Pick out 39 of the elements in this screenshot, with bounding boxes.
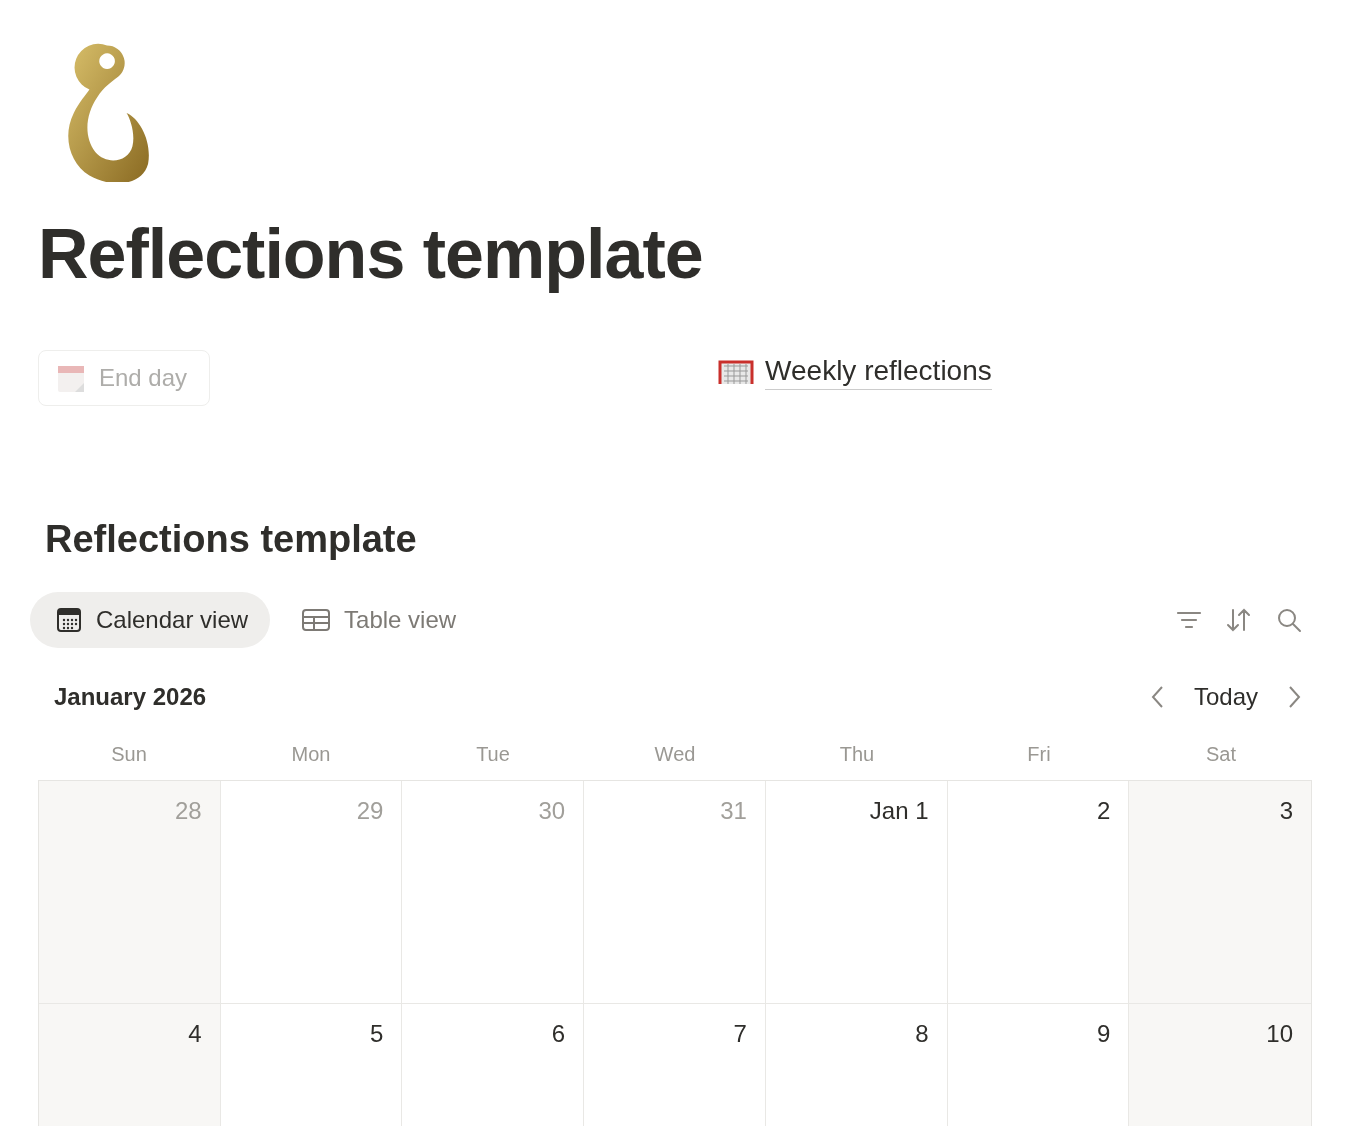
day-number: 30 xyxy=(538,796,566,825)
day-cell[interactable]: 10 xyxy=(1129,1003,1311,1126)
day-number: 28 xyxy=(175,796,202,825)
view-tab[interactable]: Calendar view xyxy=(30,591,271,648)
search-icon[interactable] xyxy=(1276,606,1302,633)
day-number: 5 xyxy=(370,1019,384,1048)
day-number: 7 xyxy=(733,1019,747,1048)
day-cell[interactable]: Jan 1 xyxy=(765,780,948,1004)
weekday-label: Sat xyxy=(1205,742,1237,767)
weekday-label: Mon xyxy=(290,742,332,767)
day-number: 2 xyxy=(1096,796,1111,825)
day-number: Jan 1 xyxy=(869,796,929,825)
calendar-icon xyxy=(57,363,85,393)
day-cell[interactable]: 3 xyxy=(1129,780,1311,1004)
calendar-icon xyxy=(56,606,82,633)
day-number: 3 xyxy=(1279,796,1293,825)
weekday-label: Wed xyxy=(653,742,697,767)
weekday-label: Fri xyxy=(1026,742,1052,767)
weekday-label: Tue xyxy=(475,742,511,767)
day-number: 29 xyxy=(356,796,384,825)
day-number: 31 xyxy=(720,796,747,825)
table-icon xyxy=(302,608,331,631)
month-title: January 2026 xyxy=(54,682,207,711)
day-number: 6 xyxy=(551,1019,566,1048)
day-cell[interactable]: 4 xyxy=(39,1003,221,1126)
goal-net-icon xyxy=(717,358,756,386)
weekly-reflections-link[interactable]: Weekly reflections xyxy=(717,354,992,390)
day-number: 9 xyxy=(1096,1019,1111,1048)
day-number: 10 xyxy=(1266,1019,1293,1048)
page-title: Reflections template xyxy=(38,216,704,293)
weekday-label: Thu xyxy=(838,742,876,767)
view-tab[interactable]: Table view xyxy=(276,591,479,648)
day-number: 4 xyxy=(188,1019,202,1048)
sort-icon[interactable] xyxy=(1226,606,1252,633)
weekday-label: Sun xyxy=(110,742,148,767)
day-number: 8 xyxy=(915,1019,929,1048)
day-cell[interactable]: 2 xyxy=(947,780,1130,1004)
database-title: Reflections template xyxy=(45,519,418,561)
today-button[interactable]: Today xyxy=(1187,682,1264,711)
